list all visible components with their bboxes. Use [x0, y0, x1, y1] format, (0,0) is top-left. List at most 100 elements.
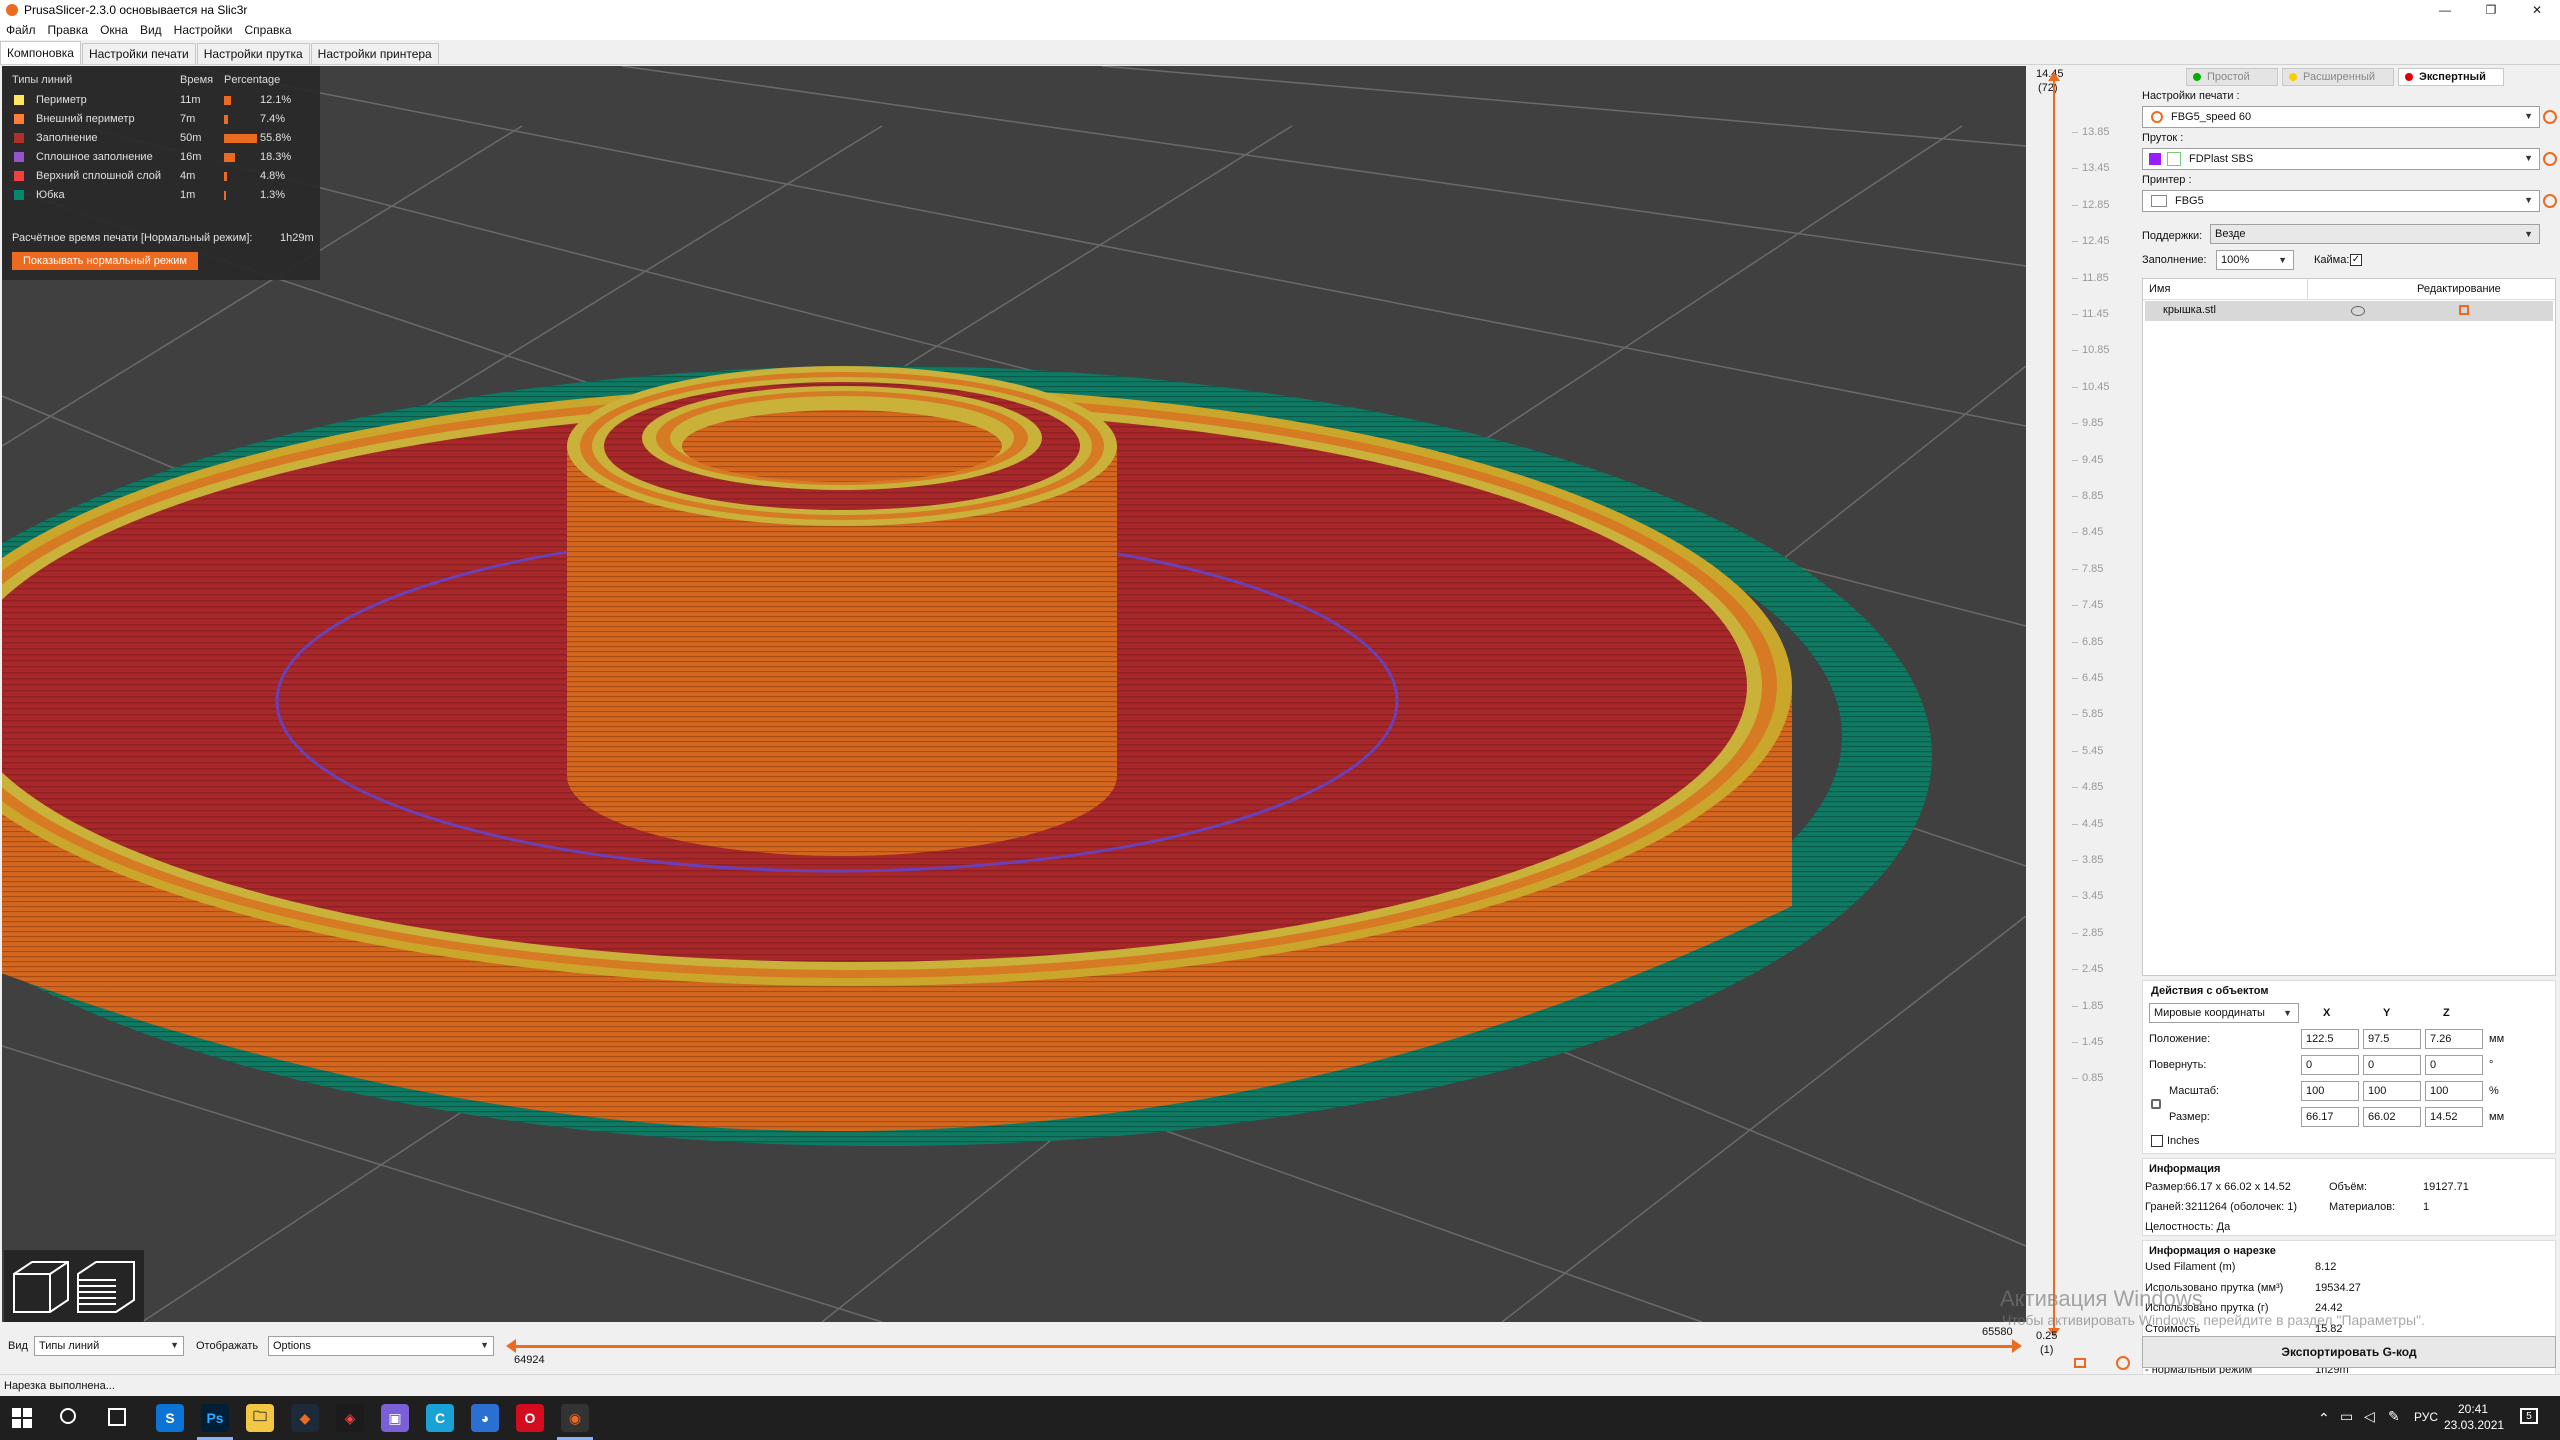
taskbar-app-icon[interactable]: ◉ [561, 1404, 589, 1432]
taskbar-app-icon[interactable]: ◆ [291, 1404, 319, 1432]
menu-window[interactable]: Окна [94, 23, 134, 37]
show-options-select[interactable]: Options ▼ [268, 1336, 494, 1356]
pen-icon[interactable]: ✎ [2388, 1408, 2400, 1425]
search-icon[interactable] [60, 1408, 76, 1424]
size-x-input[interactable]: 66.17 [2301, 1107, 2359, 1127]
size-y-input[interactable]: 66.02 [2363, 1107, 2421, 1127]
legend-item-time: 11m [180, 94, 201, 106]
object-actions-title: Действия с объектом [2151, 985, 2269, 997]
view-toggle[interactable] [4, 1250, 144, 1322]
gear-icon[interactable] [2116, 1356, 2130, 1370]
taskbar-app-icon[interactable]: C [426, 1404, 454, 1432]
h-slider-right-thumb[interactable] [2012, 1339, 2022, 1353]
notification-icon[interactable]: 5 [2520, 1408, 2538, 1424]
chevron-up-icon[interactable]: ⌃ [2318, 1410, 2330, 1427]
mode-advanced-button[interactable]: Расширенный [2282, 68, 2394, 86]
clock-time[interactable]: 20:41 [2458, 1402, 2488, 1416]
taskbar-app-icon[interactable]: O [516, 1404, 544, 1432]
legend-panel: Типы линий Время Percentage Периметр 11m 1… [2, 66, 320, 280]
list-header-edit: Редактирование [2417, 283, 2501, 295]
layer-tick-mark [2072, 532, 2078, 534]
clock-date[interactable]: 23.03.2021 [2444, 1418, 2504, 1432]
taskbar-app-icon[interactable]: 🗀 [246, 1404, 274, 1432]
taskbar-app-icon[interactable]: ◕ [471, 1404, 499, 1432]
legend-item-bar [224, 134, 258, 143]
layer-tick-label: 1.45 [2082, 1036, 2104, 1048]
mode-expert-dot-icon [2405, 73, 2413, 81]
task-view-icon[interactable] [108, 1408, 126, 1426]
start-windows-icon[interactable] [12, 1408, 32, 1428]
layers-view-icon[interactable] [77, 1261, 135, 1313]
supports-select[interactable]: Везде ▼ [2210, 224, 2540, 244]
taskbar-app-icon[interactable]: ◈ [336, 1404, 364, 1432]
filament-edit-gear-icon[interactable] [2543, 152, 2557, 166]
infill-select[interactable]: 100% ▼ [2216, 250, 2294, 270]
network-icon[interactable]: ▭ [2340, 1408, 2353, 1425]
rotate-x-input[interactable]: 0 [2301, 1055, 2359, 1075]
menu-configuration[interactable]: Настройки [168, 23, 239, 37]
view-type-select[interactable]: Типы линий ▼ [34, 1336, 184, 1356]
chevron-down-icon: ▼ [2278, 255, 2287, 265]
menu-file[interactable]: Файл [0, 23, 42, 37]
scale-y-input[interactable]: 100 [2363, 1081, 2421, 1101]
tab-plater[interactable]: Компоновка [0, 41, 81, 64]
lock-icon[interactable] [2074, 1358, 2086, 1368]
tab-filament-settings[interactable]: Настройки прутка [196, 43, 310, 64]
legend-item-time: 1m [180, 189, 196, 201]
rotate-unit: ° [2489, 1059, 2494, 1071]
printer-select[interactable]: FBG5 ▼ [2142, 190, 2540, 212]
volume-icon[interactable]: ◁ [2364, 1408, 2375, 1425]
menu-help[interactable]: Справка [239, 23, 298, 37]
maximize-button[interactable]: ❐ [2468, 0, 2514, 20]
activation-watermark-text: Чтобы активировать Windows, перейдите в … [2002, 1312, 2425, 1328]
tab-printer-settings[interactable]: Настройки принтера [310, 43, 439, 64]
size-z-input[interactable]: 14.52 [2425, 1107, 2483, 1127]
layer-slider[interactable]: 14.45 (72) 13.85 13.45 12.85 12.45 11.85 11.4… [2030, 66, 2130, 1372]
scale-x-input[interactable]: 100 [2301, 1081, 2359, 1101]
coordinate-system-select[interactable]: Мировые координаты ▼ [2149, 1003, 2299, 1023]
h-slider-left-thumb[interactable] [506, 1339, 516, 1353]
show-label: Отображать [196, 1340, 259, 1352]
mode-expert-button[interactable]: Экспертный [2398, 68, 2504, 86]
layer-slider-track[interactable] [2053, 80, 2055, 1332]
legend-row: Периметр 11m 12.1% [10, 92, 310, 108]
filament-select[interactable]: FDPlast SBS ▼ [2142, 148, 2540, 170]
3d-view-cube-icon[interactable] [13, 1261, 69, 1313]
scale-z-input[interactable]: 100 [2425, 1081, 2483, 1101]
show-normal-mode-button[interactable]: Показывать нормальный режим [12, 252, 198, 270]
print-settings-edit-gear-icon[interactable] [2543, 110, 2557, 124]
edit-icon[interactable] [2459, 305, 2469, 315]
close-button[interactable]: ✕ [2514, 0, 2560, 20]
print-settings-select[interactable]: FBG5_speed 60 ▼ [2142, 106, 2540, 128]
position-x-input[interactable]: 122.5 [2301, 1029, 2359, 1049]
position-z-input[interactable]: 7.26 [2425, 1029, 2483, 1049]
export-gcode-button[interactable]: Экспортировать G-код [2142, 1336, 2556, 1368]
taskbar-app-icon[interactable]: ▣ [381, 1404, 409, 1432]
position-y-input[interactable]: 97.5 [2363, 1029, 2421, 1049]
inches-checkbox[interactable] [2151, 1135, 2163, 1147]
brim-label: Кайма: [2314, 254, 2350, 266]
taskbar-app-icon[interactable]: Ps [201, 1404, 229, 1432]
brim-checkbox[interactable]: ✓ [2350, 254, 2362, 266]
language-indicator[interactable]: РУС [2414, 1410, 2438, 1424]
menu-edit[interactable]: Правка [42, 23, 95, 37]
size-unit: мм [2489, 1111, 2505, 1123]
legend-item-name: Сплошное заполнение [36, 151, 153, 163]
printer-edit-gear-icon[interactable] [2543, 194, 2557, 208]
view-type-value: Типы линий [39, 1340, 100, 1352]
rotate-y-input[interactable]: 0 [2363, 1055, 2421, 1075]
legend-item-bar [224, 172, 227, 181]
mode-simple-button[interactable]: Простой [2186, 68, 2278, 86]
tab-print-settings[interactable]: Настройки печати [81, 43, 196, 64]
lock-icon[interactable] [2151, 1099, 2161, 1109]
minimize-button[interactable]: — [2422, 0, 2468, 20]
eye-icon[interactable] [2351, 306, 2365, 316]
menu-view[interactable]: Вид [134, 23, 168, 37]
object-row[interactable]: крышка.stl [2145, 301, 2553, 321]
rotate-z-input[interactable]: 0 [2425, 1055, 2483, 1075]
horizontal-slider-track[interactable] [510, 1345, 2020, 1348]
sidebar: Простой Расширенный Экспертный Настройки… [2136, 66, 2560, 1396]
object-list[interactable]: Имя Редактирование крышка.stl [2142, 278, 2556, 976]
taskbar-app-icon[interactable]: S [156, 1404, 184, 1432]
layer-bottom-value: 0.25 [2036, 1330, 2058, 1342]
